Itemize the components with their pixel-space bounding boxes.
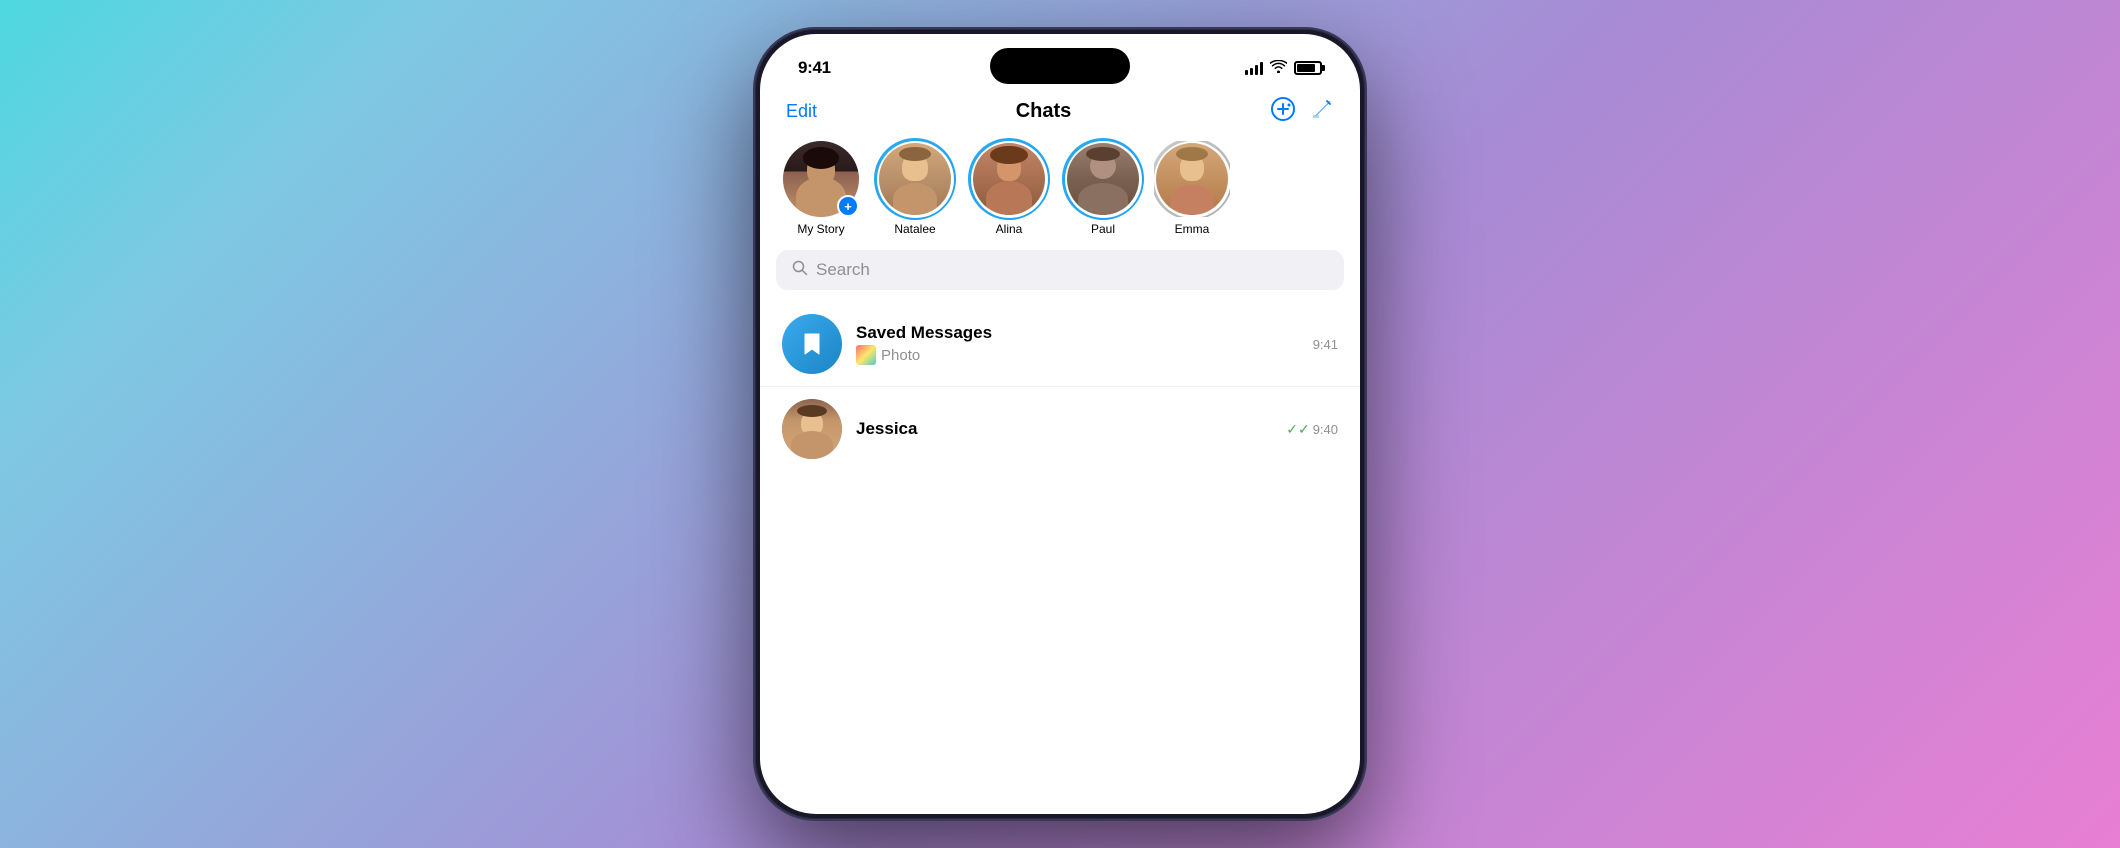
chat-meta-saved-messages: 9:41 <box>1313 337 1338 352</box>
search-bar[interactable]: Search <box>776 250 1344 290</box>
chat-content-jessica: Jessica <box>856 419 1272 439</box>
stories-row: + My Story <box>760 137 1360 250</box>
status-icons <box>1245 60 1322 76</box>
dynamic-island <box>990 48 1130 84</box>
jessica-avatar <box>782 399 842 459</box>
status-time: 9:41 <box>798 58 831 78</box>
phone-screen: 9:41 <box>760 34 1360 814</box>
chat-preview-saved-messages: Photo <box>856 345 1299 365</box>
story-label-my-story: My Story <box>797 222 844 236</box>
chat-preview-text: Photo <box>881 347 920 364</box>
app-background: 9:41 <box>0 0 2120 848</box>
search-placeholder: Search <box>816 260 870 280</box>
story-label-natalee: Natalee <box>894 222 935 236</box>
page-title: Chats <box>1016 100 1072 123</box>
story-item-paul[interactable]: Paul <box>1058 141 1148 236</box>
signal-icon <box>1245 62 1263 75</box>
chat-list: Saved Messages Photo 9:41 <box>760 302 1360 814</box>
story-item-emma[interactable]: Emma <box>1152 141 1232 236</box>
compose-icon[interactable] <box>1310 97 1334 126</box>
my-story-plus-button[interactable]: + <box>837 195 859 217</box>
story-label-paul: Paul <box>1091 222 1115 236</box>
story-item-my-story[interactable]: + My Story <box>776 141 866 236</box>
battery-icon <box>1294 61 1322 75</box>
nav-header: Edit Chats <box>760 92 1360 137</box>
phone-wrapper: 9:41 <box>755 29 1365 819</box>
photo-thumbnail <box>856 345 876 365</box>
chat-time-jessica: 9:40 <box>1313 422 1338 437</box>
chat-item-jessica[interactable]: Jessica ✓✓ 9:40 <box>760 387 1360 471</box>
chat-name-jessica: Jessica <box>856 419 1272 439</box>
story-label-alina: Alina <box>996 222 1023 236</box>
chat-content-saved-messages: Saved Messages Photo <box>856 323 1299 365</box>
story-item-natalee[interactable]: Natalee <box>870 141 960 236</box>
search-container: Search <box>760 250 1360 302</box>
chat-time-saved-messages: 9:41 <box>1313 337 1338 352</box>
chat-name-saved-messages: Saved Messages <box>856 323 1299 343</box>
wifi-icon <box>1270 60 1287 76</box>
chat-item-saved-messages[interactable]: Saved Messages Photo 9:41 <box>760 302 1360 387</box>
story-label-emma: Emma <box>1175 222 1210 236</box>
edit-button[interactable]: Edit <box>786 101 817 122</box>
story-item-alina[interactable]: Alina <box>964 141 1054 236</box>
new-group-icon[interactable] <box>1270 96 1296 127</box>
phone-frame: 9:41 <box>755 29 1365 819</box>
chat-time-row-jessica: ✓✓ 9:40 <box>1286 421 1338 438</box>
saved-messages-avatar <box>782 314 842 374</box>
nav-actions <box>1270 96 1334 127</box>
search-icon <box>792 260 808 280</box>
chat-meta-jessica: ✓✓ 9:40 <box>1286 421 1338 438</box>
double-check-icon: ✓✓ <box>1286 421 1309 438</box>
